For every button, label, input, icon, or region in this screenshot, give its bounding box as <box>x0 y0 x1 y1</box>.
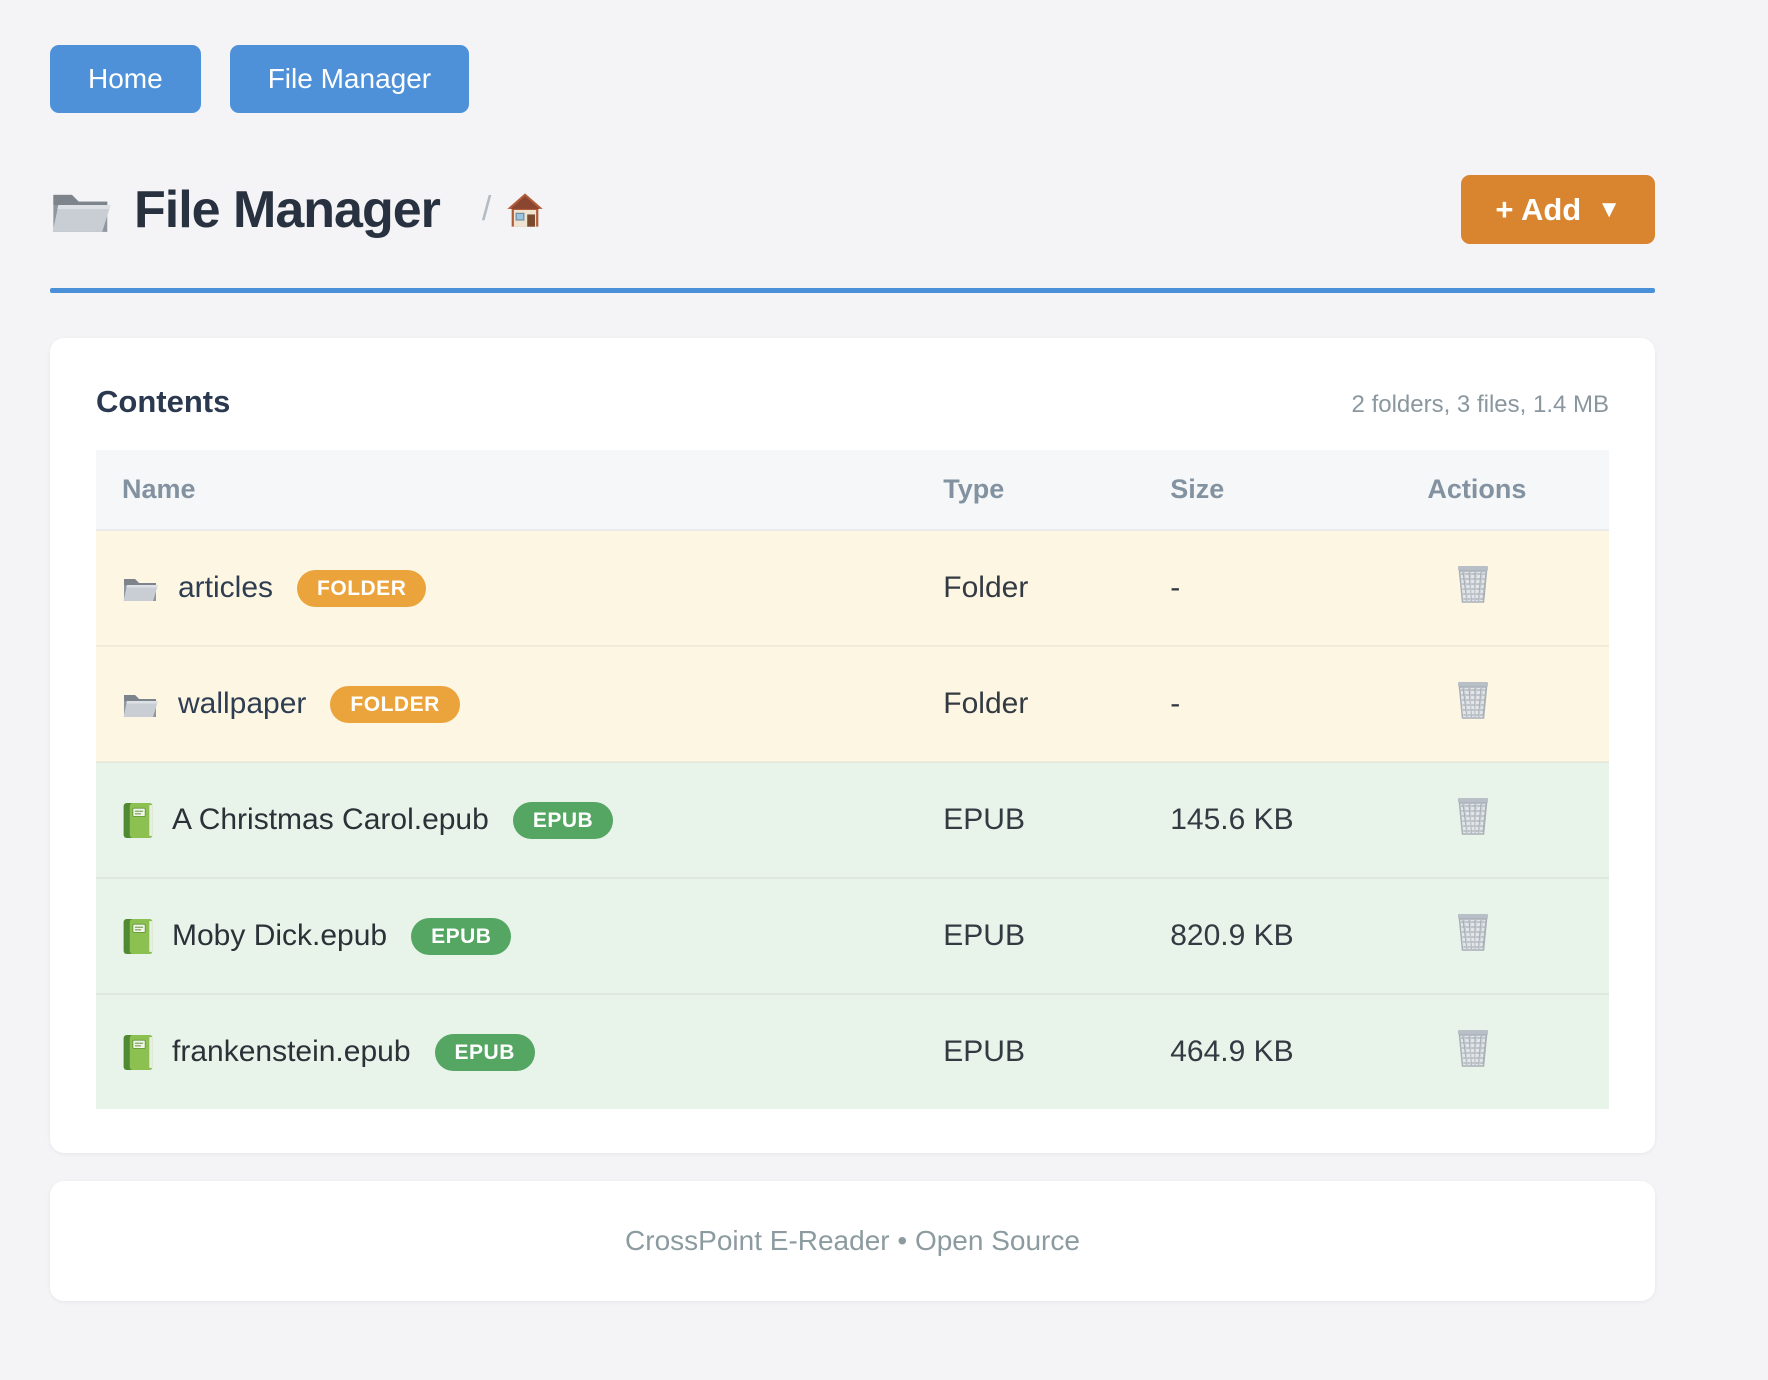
footer-text: CrossPoint E-Reader • Open Source <box>625 1225 1080 1256</box>
table-row: A Christmas Carol.epub EPUB EPUB 145.6 K… <box>96 762 1609 878</box>
page-title: File Manager <box>134 180 440 240</box>
contents-summary: 2 folders, 3 files, 1.4 MB <box>1352 391 1609 419</box>
column-header-size: Size <box>1170 450 1427 530</box>
file-name-link[interactable]: Moby Dick.epub <box>172 919 387 953</box>
table-row: Moby Dick.epub EPUB EPUB 820.9 KB <box>96 878 1609 994</box>
book-icon <box>122 1034 154 1071</box>
table-row: frankenstein.epub EPUB EPUB 464.9 KB <box>96 994 1609 1109</box>
add-button-label: + Add <box>1495 194 1581 225</box>
delete-button[interactable] <box>1455 796 1491 836</box>
home-icon[interactable] <box>505 191 545 229</box>
type-cell: EPUB <box>943 878 1170 994</box>
folder-name-link[interactable]: articles <box>178 571 273 605</box>
file-name-link[interactable]: frankenstein.epub <box>172 1035 411 1069</box>
page-header: File Manager / + Add ▼ <box>50 175 1655 244</box>
size-cell: 820.9 KB <box>1170 878 1427 994</box>
trash-icon <box>1455 1028 1491 1068</box>
delete-button[interactable] <box>1455 912 1491 952</box>
delete-button[interactable] <box>1455 1028 1491 1068</box>
book-icon <box>122 918 154 955</box>
delete-button[interactable] <box>1455 564 1491 604</box>
file-manager-button[interactable]: File Manager <box>230 45 469 113</box>
file-table: Name Type Size Actions articles FOLDER <box>96 450 1609 1109</box>
folder-icon <box>122 572 160 604</box>
folder-badge: FOLDER <box>297 570 426 607</box>
epub-badge: EPUB <box>435 1034 535 1071</box>
trash-icon <box>1455 912 1491 952</box>
home-button[interactable]: Home <box>50 45 201 113</box>
breadcrumb-separator: / <box>482 190 491 229</box>
epub-badge: EPUB <box>513 802 613 839</box>
folder-name-link[interactable]: wallpaper <box>178 687 306 721</box>
breadcrumb: / <box>482 190 545 229</box>
folder-icon <box>122 688 160 720</box>
column-header-name: Name <box>96 450 943 530</box>
type-cell: Folder <box>943 646 1170 762</box>
footer: CrossPoint E-Reader • Open Source <box>50 1181 1655 1301</box>
trash-icon <box>1455 680 1491 720</box>
add-button[interactable]: + Add ▼ <box>1461 175 1655 244</box>
delete-button[interactable] <box>1455 680 1491 720</box>
trash-icon <box>1455 564 1491 604</box>
table-row: articles FOLDER Folder - <box>96 530 1609 646</box>
size-cell: - <box>1170 646 1427 762</box>
table-header-row: Name Type Size Actions <box>96 450 1609 530</box>
top-navigation: Home File Manager <box>50 45 1655 113</box>
size-cell: 145.6 KB <box>1170 762 1427 878</box>
header-divider <box>50 288 1655 293</box>
folder-icon <box>50 181 114 239</box>
column-header-actions: Actions <box>1427 450 1609 530</box>
file-name-link[interactable]: A Christmas Carol.epub <box>172 803 489 837</box>
page: Home File Manager File Manager / + Add ▼… <box>0 0 1768 1301</box>
contents-card: Contents 2 folders, 3 files, 1.4 MB Name… <box>50 338 1655 1153</box>
size-cell: - <box>1170 530 1427 646</box>
contents-heading: Contents <box>96 384 230 420</box>
type-cell: EPUB <box>943 762 1170 878</box>
folder-badge: FOLDER <box>330 686 459 723</box>
type-cell: EPUB <box>943 994 1170 1109</box>
size-cell: 464.9 KB <box>1170 994 1427 1109</box>
trash-icon <box>1455 796 1491 836</box>
column-header-type: Type <box>943 450 1170 530</box>
book-icon <box>122 802 154 839</box>
table-row: wallpaper FOLDER Folder - <box>96 646 1609 762</box>
chevron-down-icon: ▼ <box>1597 198 1621 222</box>
type-cell: Folder <box>943 530 1170 646</box>
epub-badge: EPUB <box>411 918 511 955</box>
